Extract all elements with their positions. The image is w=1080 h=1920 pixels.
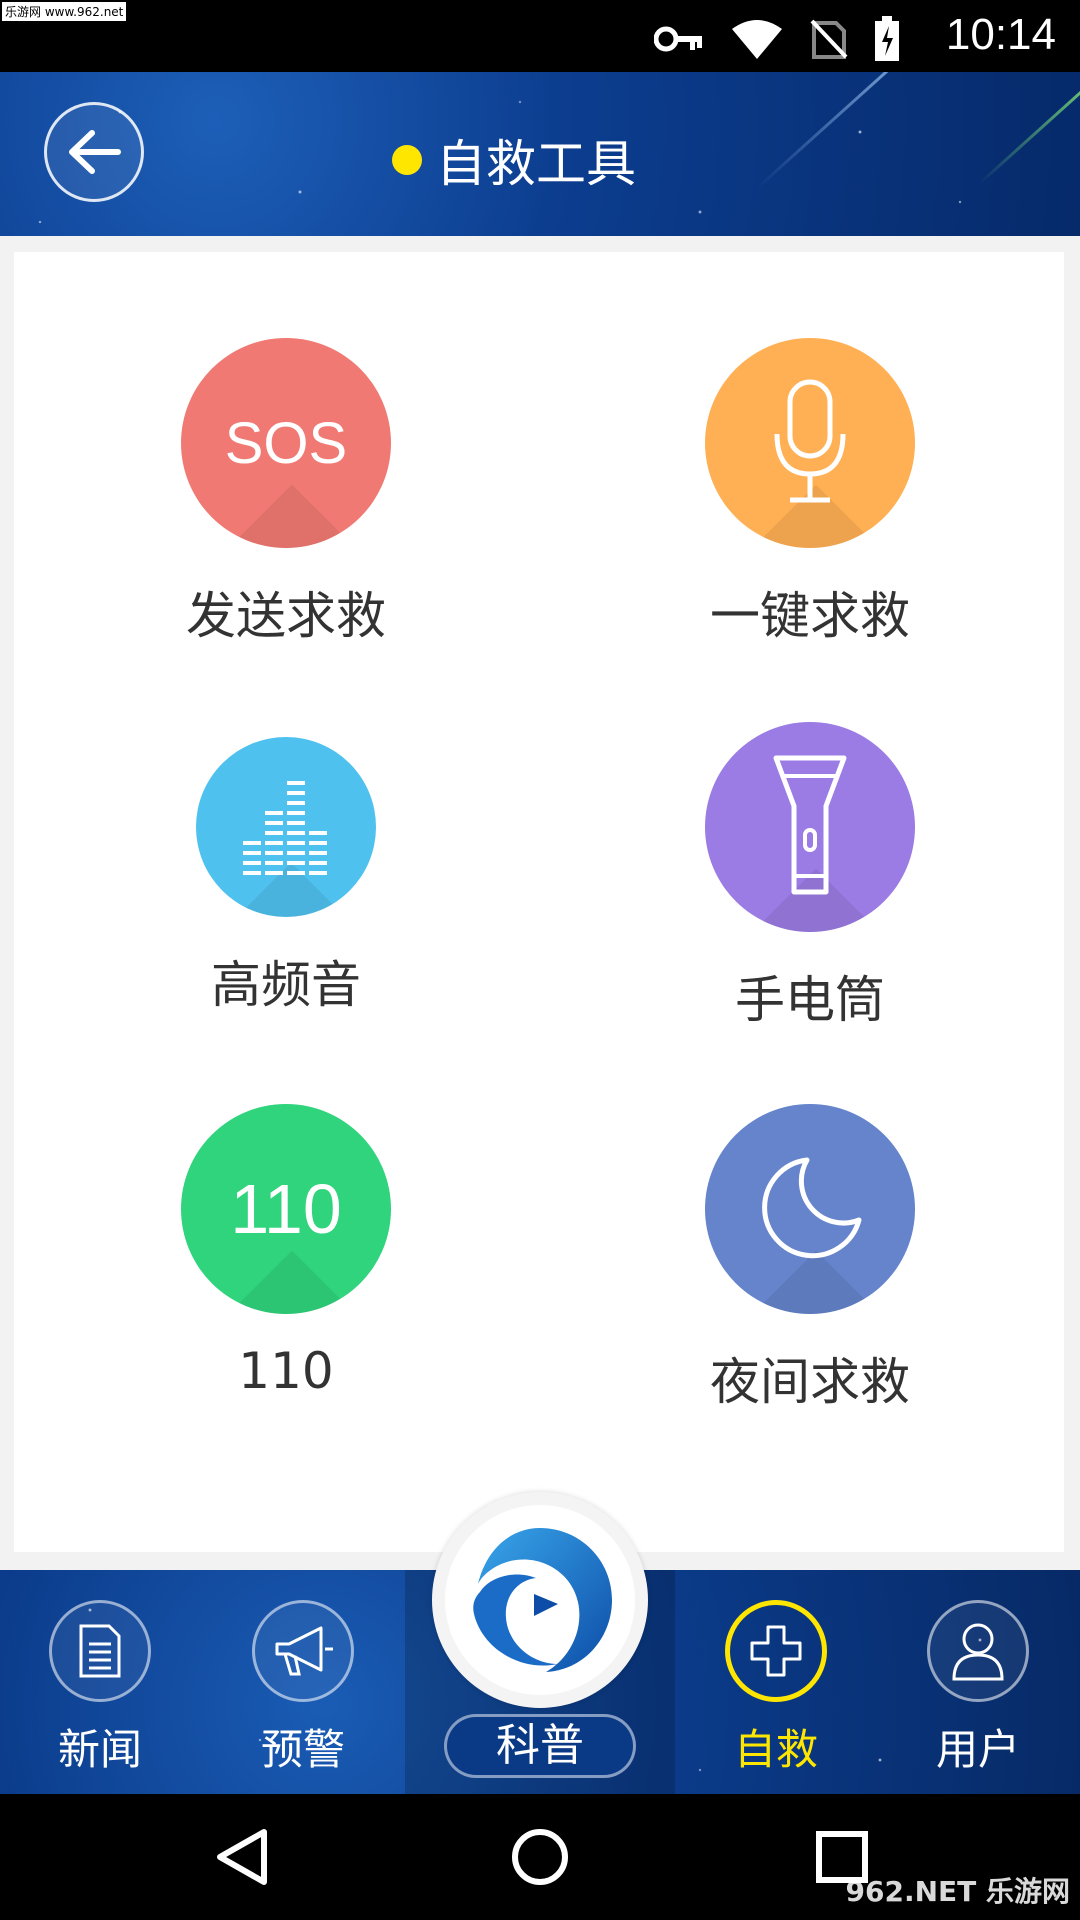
header: 自救工具 <box>0 72 1080 236</box>
police-110-icon: 110 <box>181 1104 391 1314</box>
battery-icon <box>875 16 899 61</box>
tab-alert[interactable]: 预警 <box>233 1600 373 1777</box>
tab-science-label[interactable]: 科普 <box>444 1714 636 1778</box>
user-icon <box>927 1600 1029 1702</box>
tool-label: 高频音 <box>211 956 361 1014</box>
page-title: 自救工具 <box>436 135 636 193</box>
microphone-icon <box>705 338 915 548</box>
watermark-bottom: 962.NET 乐游网 <box>845 1875 1071 1908</box>
wifi-icon <box>732 20 782 59</box>
status-icons <box>654 16 900 62</box>
tab-label: 用户 <box>935 1725 1020 1774</box>
tool-high-frequency[interactable]: 高频音 <box>76 722 496 1017</box>
tab-label: 新闻 <box>57 1725 142 1774</box>
sos-icon: SOS <box>181 338 391 548</box>
tab-label: 预警 <box>260 1725 345 1774</box>
tool-label: 手电筒 <box>735 971 885 1029</box>
tab-user[interactable]: 用户 <box>908 1600 1048 1777</box>
document-icon <box>49 1600 151 1702</box>
no-sim-icon <box>810 19 848 59</box>
plus-icon <box>725 1600 827 1702</box>
tab-label: 自救 <box>733 1725 818 1774</box>
tab-self-rescue[interactable]: 自救 <box>706 1600 846 1777</box>
flashlight-icon <box>705 722 915 932</box>
system-nav-bar: 962.NET 乐游网 <box>0 1794 1080 1920</box>
moon-icon <box>705 1104 915 1314</box>
key-icon <box>654 26 702 52</box>
megaphone-icon <box>252 1600 354 1702</box>
arrow-left-icon <box>69 130 121 174</box>
tool-night-sos[interactable]: 夜间求救 <box>600 1104 1020 1414</box>
tool-110[interactable]: 110 110 <box>76 1104 496 1400</box>
tool-label: 夜间求救 <box>710 1353 910 1411</box>
tab-science[interactable] <box>445 1505 635 1695</box>
back-button[interactable] <box>44 102 144 202</box>
status-time: 10:14 <box>945 10 1056 59</box>
tool-label: 110 <box>238 1342 334 1400</box>
tab-news[interactable]: 新闻 <box>30 1600 170 1777</box>
tool-voice-sos[interactable]: 一键求救 <box>600 338 1020 648</box>
tool-label: 一键求救 <box>710 587 910 645</box>
home-circle-icon[interactable] <box>510 1826 570 1888</box>
tools-panel: SOS 发送求救 一键求救 高频音 手电筒 110 110 夜间求救 <box>14 252 1064 1552</box>
logo-icon <box>473 1528 612 1672</box>
equalizer-icon <box>196 737 376 917</box>
title-dot <box>392 145 422 175</box>
tool-flashlight[interactable]: 手电筒 <box>600 722 1020 1032</box>
tool-label: 发送求救 <box>186 587 386 645</box>
back-triangle-icon[interactable] <box>212 1826 272 1888</box>
watermark-top: 乐游网 www.962.net <box>2 2 127 21</box>
status-bar: 乐游网 www.962.net 10:14 <box>0 0 1080 72</box>
tool-sos[interactable]: SOS 发送求救 <box>76 338 496 648</box>
